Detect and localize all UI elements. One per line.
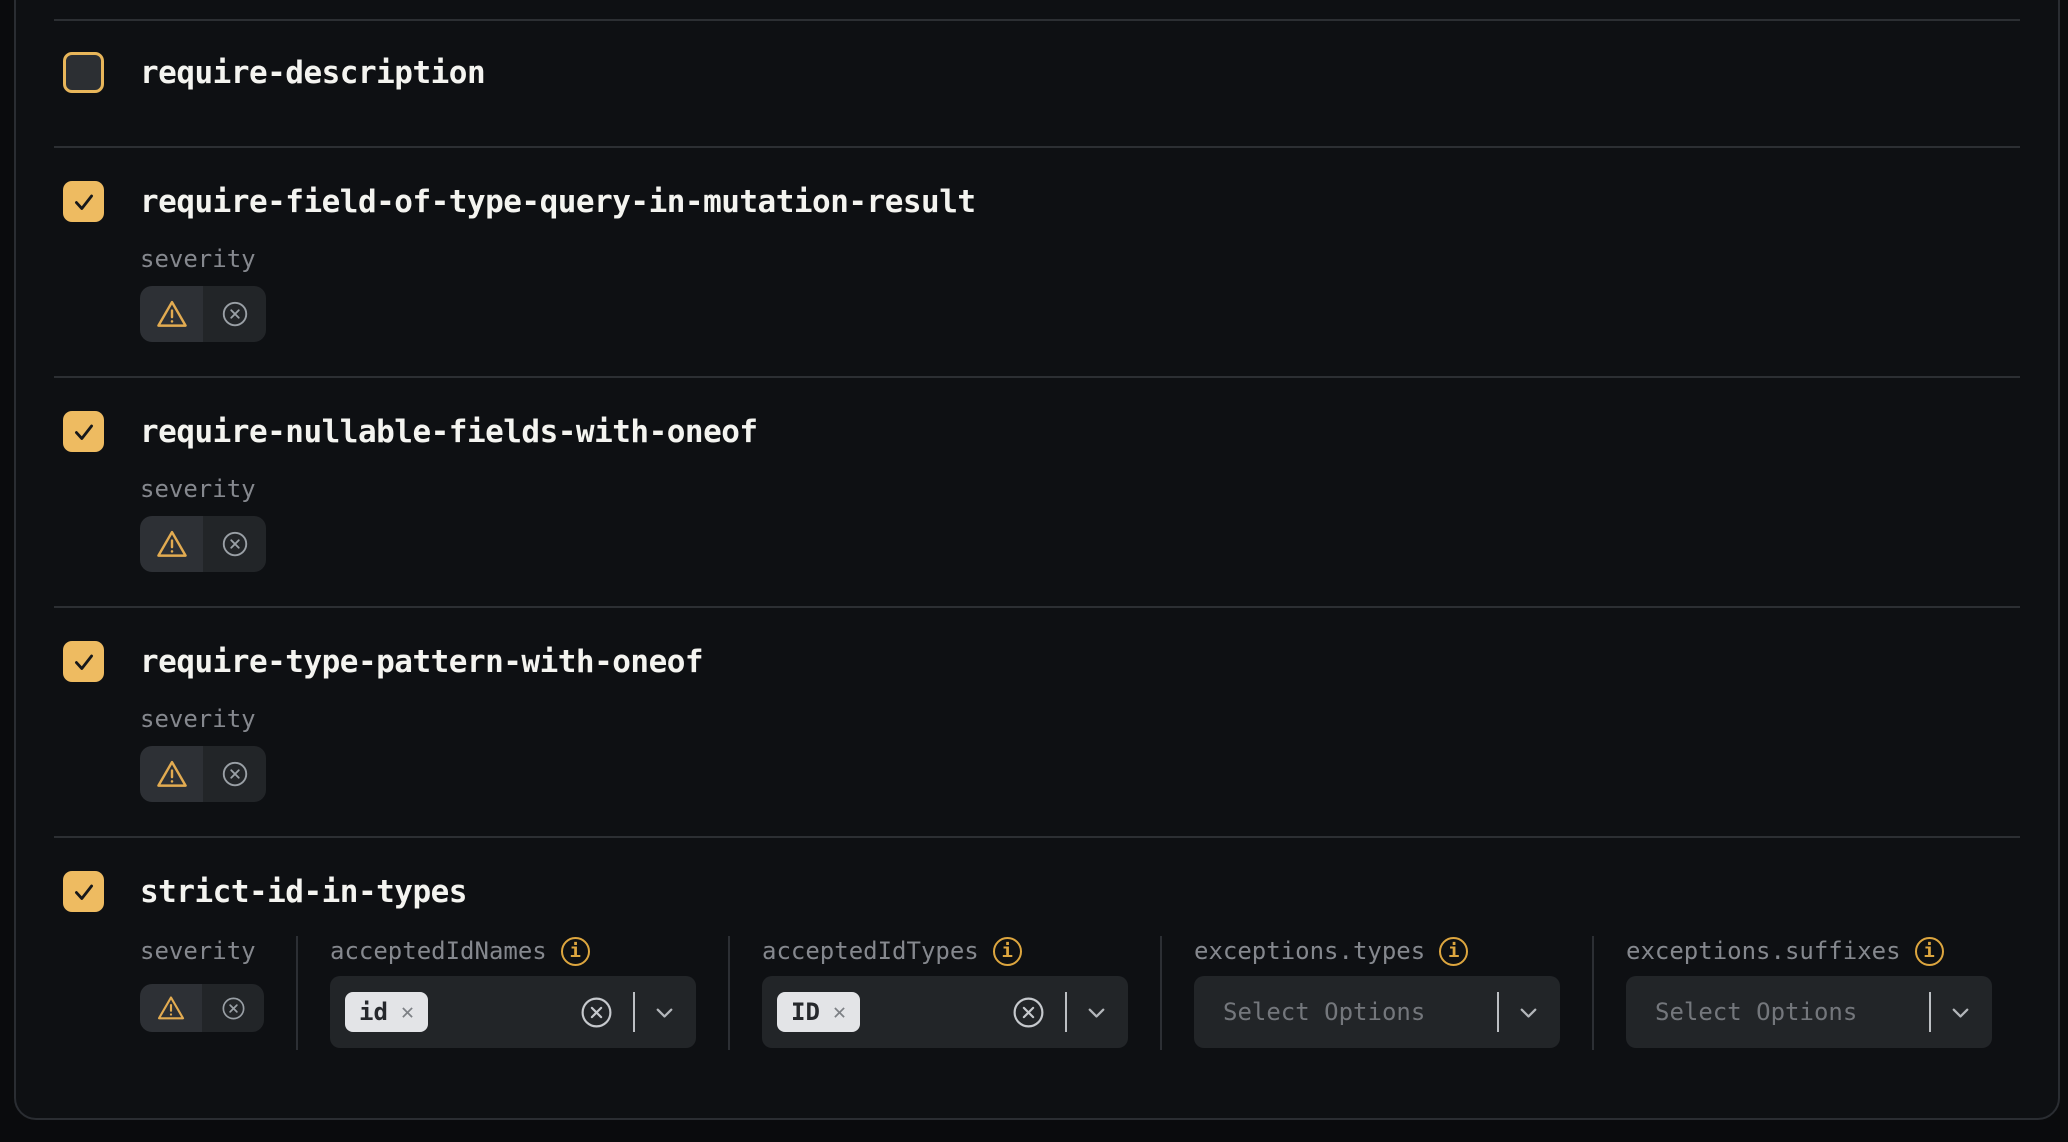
rule-options-row: severity [140, 936, 2018, 1050]
severity-warn-button[interactable] [140, 984, 202, 1032]
rule-checkbox[interactable] [63, 411, 104, 452]
rule-title: strict-id-in-types [140, 874, 467, 910]
clear-all-icon[interactable] [578, 994, 615, 1031]
circle-x-icon [220, 759, 250, 789]
selected-value-chip: id ✕ [345, 992, 428, 1032]
acceptedIdNames-multiselect[interactable]: id ✕ [330, 976, 696, 1048]
rule-row-require-description: require-description [16, 21, 2058, 146]
option-column-severity: severity [140, 936, 264, 1032]
severity-warn-button[interactable] [140, 746, 203, 802]
column-divider [296, 936, 298, 1050]
option-column-acceptedIdNames: acceptedIdNames i id ✕ [330, 936, 696, 1048]
info-icon[interactable]: i [1915, 937, 1944, 966]
exceptions-types-multiselect[interactable]: Select Options [1194, 976, 1560, 1048]
rule-checkbox[interactable] [63, 52, 104, 93]
select-divider [1929, 992, 1931, 1032]
rule-title: require-nullable-fields-with-oneof [140, 414, 758, 450]
option-label: exceptions.types [1194, 936, 1425, 966]
circle-x-icon [220, 299, 250, 329]
option-label: acceptedIdNames [330, 936, 547, 966]
column-divider [1592, 936, 1594, 1050]
rule-title: require-type-pattern-with-oneof [140, 644, 703, 680]
warning-triangle-icon [155, 527, 189, 561]
severity-off-button[interactable] [203, 746, 266, 802]
chip-label: ID [791, 998, 820, 1026]
severity-control [140, 516, 266, 572]
rule-title: require-field-of-type-query-in-mutation-… [140, 184, 976, 220]
warning-triangle-icon [155, 757, 189, 791]
rule-title: require-description [140, 55, 485, 91]
chevron-down-icon[interactable] [1947, 999, 1974, 1026]
severity-off-button[interactable] [203, 516, 266, 572]
select-placeholder: Select Options [1223, 998, 1425, 1026]
severity-control [140, 984, 264, 1032]
warning-triangle-icon [156, 993, 186, 1023]
checkmark-icon [71, 419, 97, 445]
severity-off-button[interactable] [203, 286, 266, 342]
select-divider [633, 992, 635, 1032]
checkmark-icon [71, 879, 97, 905]
info-icon[interactable]: i [561, 937, 590, 966]
option-label: exceptions.suffixes [1626, 936, 1901, 966]
select-divider [1497, 992, 1499, 1032]
select-placeholder: Select Options [1655, 998, 1857, 1026]
chevron-down-icon[interactable] [651, 999, 678, 1026]
option-column-acceptedIdTypes: acceptedIdTypes i ID ✕ [762, 936, 1128, 1048]
column-divider [728, 936, 730, 1050]
chip-remove-icon[interactable]: ✕ [401, 1000, 414, 1025]
rule-row-require-nullable-fields-with-oneof: require-nullable-fields-with-oneof sever… [16, 378, 2058, 606]
option-label: acceptedIdTypes [762, 936, 979, 966]
option-column-exceptions-suffixes: exceptions.suffixes i Select Options [1626, 936, 1992, 1048]
rules-panel: require-description require-field-of-typ… [14, 0, 2060, 1120]
severity-label: severity [140, 474, 2018, 504]
severity-warn-button[interactable] [140, 516, 203, 572]
chip-label: id [359, 998, 388, 1026]
select-divider [1065, 992, 1067, 1032]
rule-row-require-type-pattern-with-oneof: require-type-pattern-with-oneof severity [16, 608, 2058, 836]
rule-checkbox[interactable] [63, 871, 104, 912]
severity-label: severity [140, 244, 2018, 274]
severity-off-button[interactable] [202, 984, 264, 1032]
selected-value-chip: ID ✕ [777, 992, 860, 1032]
circle-x-icon [220, 995, 247, 1022]
acceptedIdTypes-multiselect[interactable]: ID ✕ [762, 976, 1128, 1048]
rule-checkbox[interactable] [63, 641, 104, 682]
chevron-down-icon[interactable] [1083, 999, 1110, 1026]
option-column-exceptions-types: exceptions.types i Select Options [1194, 936, 1560, 1048]
exceptions-suffixes-multiselect[interactable]: Select Options [1626, 976, 1992, 1048]
column-divider [1160, 936, 1162, 1050]
chip-remove-icon[interactable]: ✕ [833, 1000, 846, 1025]
rule-row-require-field-of-type-query-in-mutation-result: require-field-of-type-query-in-mutation-… [16, 148, 2058, 376]
rule-checkbox[interactable] [63, 181, 104, 222]
info-icon[interactable]: i [1439, 937, 1468, 966]
clear-all-icon[interactable] [1010, 994, 1047, 1031]
warning-triangle-icon [155, 297, 189, 331]
severity-warn-button[interactable] [140, 286, 203, 342]
rule-row-strict-id-in-types: strict-id-in-types severity [16, 838, 2058, 1114]
severity-control [140, 746, 266, 802]
checkmark-icon [71, 649, 97, 675]
checkmark-icon [71, 189, 97, 215]
circle-x-icon [220, 529, 250, 559]
severity-control [140, 286, 266, 342]
info-icon[interactable]: i [993, 937, 1022, 966]
chevron-down-icon[interactable] [1515, 999, 1542, 1026]
severity-label: severity [140, 936, 256, 966]
severity-label: severity [140, 704, 2018, 734]
